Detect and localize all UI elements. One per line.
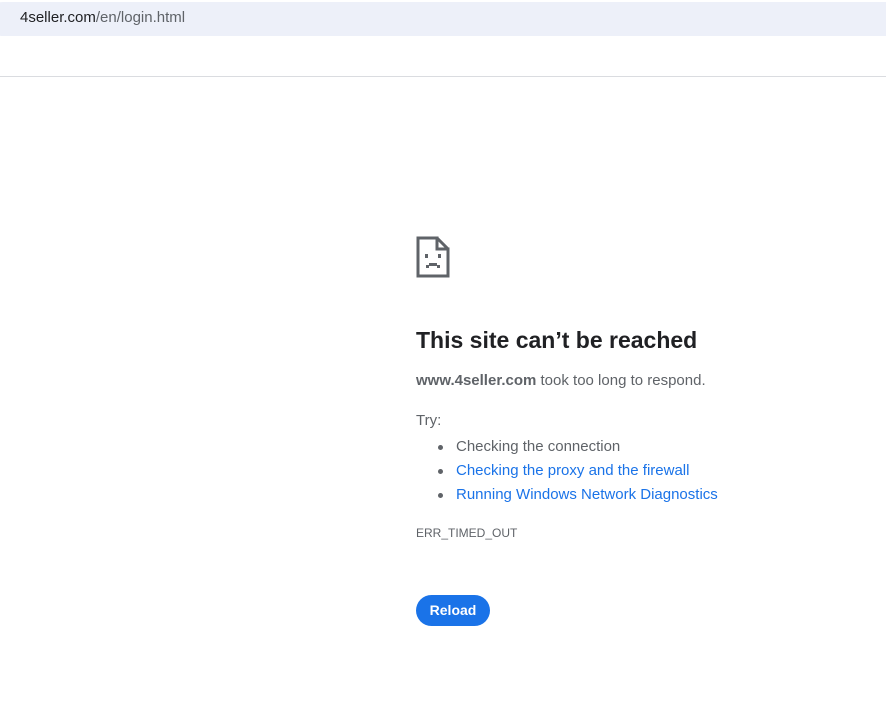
- sad-page-icon: [416, 236, 450, 278]
- error-title: This site can’t be reached: [416, 327, 698, 353]
- reload-button[interactable]: Reload: [416, 595, 490, 626]
- url-field[interactable]: 4seller.com/en/login.html: [20, 9, 185, 26]
- error-summary-text: took too long to respond.: [536, 372, 706, 389]
- suggestion-check-connection: Checking the connection: [436, 435, 856, 459]
- error-summary: www.4seller.com took too long to respond…: [416, 371, 856, 391]
- suggestion-network-diagnostics-link[interactable]: Running Windows Network Diagnostics: [436, 483, 856, 507]
- try-label: Try:: [416, 412, 442, 429]
- url-path: /en/login.html: [95, 9, 186, 26]
- browser-address-area: 4seller.com/en/login.html: [0, 0, 886, 37]
- error-content: This site can’t be reached www.4seller.c…: [416, 236, 856, 626]
- error-code: ERR_TIMED_OUT: [416, 526, 518, 540]
- url-host: 4seller.com: [20, 9, 96, 26]
- error-host: www.4seller.com: [416, 372, 537, 389]
- suggestion-list: Checking the connection Checking the pro…: [416, 435, 856, 507]
- bookmarks-bar: [0, 37, 886, 77]
- suggestion-check-proxy-link[interactable]: Checking the proxy and the firewall: [436, 459, 856, 483]
